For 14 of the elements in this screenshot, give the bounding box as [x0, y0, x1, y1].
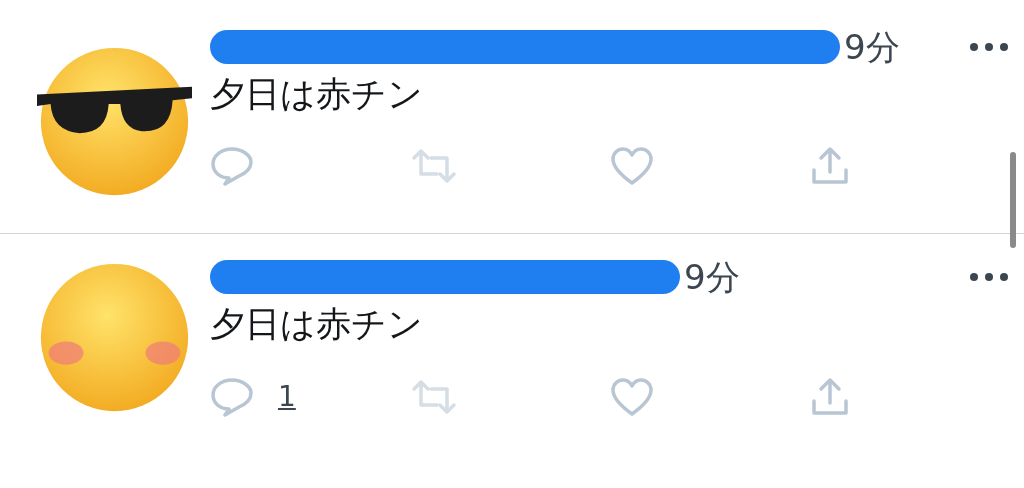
more-icon[interactable] [968, 42, 1010, 52]
scrollbar[interactable] [1010, 152, 1016, 248]
tweet-text: 夕日は赤チン [210, 303, 424, 346]
timestamp: 9分 [844, 25, 900, 69]
heart-icon[interactable] [610, 376, 654, 417]
timestamp: 9分 [684, 255, 740, 299]
share-icon[interactable] [810, 145, 850, 186]
reply-icon[interactable] [210, 376, 254, 417]
reply-icon[interactable] [210, 145, 254, 186]
more-icon[interactable] [968, 272, 1010, 282]
heart-icon[interactable] [610, 145, 654, 186]
reply-count[interactable]: 1 [278, 375, 296, 418]
share-icon[interactable] [810, 376, 850, 417]
tweet-text: 夕日は赤チン [210, 73, 424, 116]
